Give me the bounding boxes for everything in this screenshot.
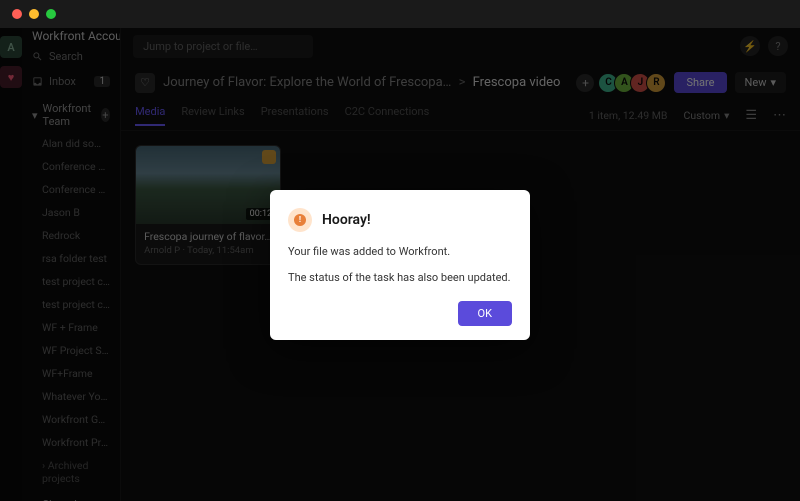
add-collaborator-button[interactable]: + xyxy=(576,74,594,92)
modal-line2: The status of the task has also been upd… xyxy=(288,270,512,287)
share-label: Share xyxy=(686,76,714,89)
sidebar: Workfront Account (… ▾ Search Inbox 1 ▾ … xyxy=(22,28,121,501)
success-icon: ! xyxy=(288,208,312,232)
sidebar-item-project[interactable]: Whatever You Want xyxy=(22,385,120,408)
more-button[interactable]: ⋯ xyxy=(773,108,786,123)
help-icon: ? xyxy=(775,40,780,53)
topbar: Jump to project or file… ⚡ ? xyxy=(121,28,800,64)
workspace-rail: A ♥ xyxy=(0,28,22,501)
sidebar-item-project[interactable]: Conference event xyxy=(22,155,120,178)
sidebar-search[interactable]: Search xyxy=(22,44,120,69)
search-icon xyxy=(32,51,43,62)
list-icon: ☰ xyxy=(745,108,757,123)
modal-line1: Your file was added to Workfront. xyxy=(288,244,512,261)
sidebar-item-project[interactable]: Workfront GDC POC P… xyxy=(22,408,120,431)
bolt-icon: ⚡ xyxy=(743,40,757,53)
avatar[interactable]: R xyxy=(646,73,666,93)
tab-presentations[interactable]: Presentations xyxy=(261,105,329,126)
sidebar-item-project[interactable]: rsa folder test xyxy=(22,247,120,270)
sidebar-item-project[interactable]: test project creation xyxy=(22,293,120,316)
add-project-button[interactable]: + xyxy=(101,108,110,122)
success-modal: ! Hooray! Your file was added to Workfro… xyxy=(270,190,530,340)
window-close-dot[interactable] xyxy=(12,9,22,19)
new-button[interactable]: New ▾ xyxy=(735,72,786,93)
asset-badge-icon xyxy=(262,150,276,164)
modal-body: Your file was added to Workfront. The st… xyxy=(288,244,512,287)
sidebar-item-project[interactable]: Jason B xyxy=(22,201,120,224)
asset-thumbnail: 00:12 xyxy=(136,146,280,224)
asset-card[interactable]: 00:12 Frescopa journey of flavor… Arnold… xyxy=(135,145,281,265)
chevron-down-icon: ▾ xyxy=(770,76,776,89)
sidebar-item-project[interactable]: WF Project Sync Test xyxy=(22,339,120,362)
search-label: Search xyxy=(49,50,83,63)
sidebar-item-project[interactable]: test project creation xyxy=(22,270,120,293)
breadcrumb[interactable]: Journey of Flavor: Explore the World of … xyxy=(163,75,560,90)
shared-section-header[interactable]: ▾ Shared Projects xyxy=(22,490,120,501)
share-button[interactable]: Share xyxy=(674,72,726,93)
chevron-down-icon: ▾ xyxy=(724,109,729,122)
modal-title: Hooray! xyxy=(322,212,371,228)
tabs-bar: Media Review Links Presentations C2C Connec… xyxy=(121,101,800,131)
more-icon: ⋯ xyxy=(773,108,786,123)
workspace-icon-2[interactable]: ♥ xyxy=(0,66,22,88)
sidebar-inbox[interactable]: Inbox 1 xyxy=(22,69,120,94)
collaborator-avatars: CAJR xyxy=(602,73,666,93)
tab-c2c-connections[interactable]: C2C Connections xyxy=(345,105,430,126)
sort-dropdown[interactable]: Custom ▾ xyxy=(683,109,729,122)
archived-label: Archived projects xyxy=(42,459,88,485)
breadcrumb-parent[interactable]: Journey of Flavor: Explore the World of … xyxy=(163,75,451,90)
asset-title: Frescopa journey of flavor… xyxy=(144,230,272,243)
bolt-button[interactable]: ⚡ xyxy=(740,36,760,56)
team-section-header[interactable]: ▾ Workfront Team + xyxy=(22,94,120,132)
window-min-dot[interactable] xyxy=(29,9,39,19)
archived-projects[interactable]: › Archived projects xyxy=(22,454,120,490)
new-label: New xyxy=(745,76,767,89)
sidebar-item-project[interactable]: Workfront Project xyxy=(22,431,120,454)
ok-label: OK xyxy=(478,307,492,320)
account-title: Workfront Account (… xyxy=(32,29,120,43)
inbox-icon xyxy=(32,76,43,87)
sidebar-item-project[interactable]: Conference event 2 xyxy=(22,178,120,201)
jump-placeholder: Jump to project or file… xyxy=(143,40,258,53)
item-meta: 1 item, 12.49 MB xyxy=(589,109,668,122)
tab-media[interactable]: Media xyxy=(135,105,165,126)
sidebar-item-project[interactable]: WF+Frame xyxy=(22,362,120,385)
breadcrumb-current: Frescopa video xyxy=(473,75,561,90)
sidebar-item-project[interactable]: Redrock xyxy=(22,224,120,247)
chevron-down-icon: ▾ xyxy=(32,109,38,122)
chevron-right-icon: › xyxy=(42,459,45,472)
jump-search[interactable]: Jump to project or file… xyxy=(133,35,313,58)
asset-meta: Arnold P · Today, 11:54am xyxy=(144,245,272,256)
list-view-button[interactable]: ☰ xyxy=(745,108,757,123)
folder-icon: ♡ xyxy=(135,73,155,93)
breadcrumb-bar: ♡ Journey of Flavor: Explore the World o… xyxy=(121,64,800,101)
team-section-label: Workfront Team xyxy=(43,102,96,128)
modal-ok-button[interactable]: OK xyxy=(458,301,512,326)
window-max-dot[interactable] xyxy=(46,9,56,19)
workspace-icon-1[interactable]: A xyxy=(0,36,22,58)
help-button[interactable]: ? xyxy=(768,36,788,56)
sort-label: Custom xyxy=(683,109,720,122)
titlebar xyxy=(0,0,800,28)
tab-review-links[interactable]: Review Links xyxy=(181,105,244,126)
inbox-label: Inbox xyxy=(49,75,76,88)
sidebar-item-project[interactable]: WF + Frame xyxy=(22,316,120,339)
account-switcher[interactable]: Workfront Account (… ▾ xyxy=(22,28,120,44)
inbox-badge: 1 xyxy=(94,76,110,87)
sidebar-item-project[interactable]: Alan did something xyxy=(22,132,120,155)
